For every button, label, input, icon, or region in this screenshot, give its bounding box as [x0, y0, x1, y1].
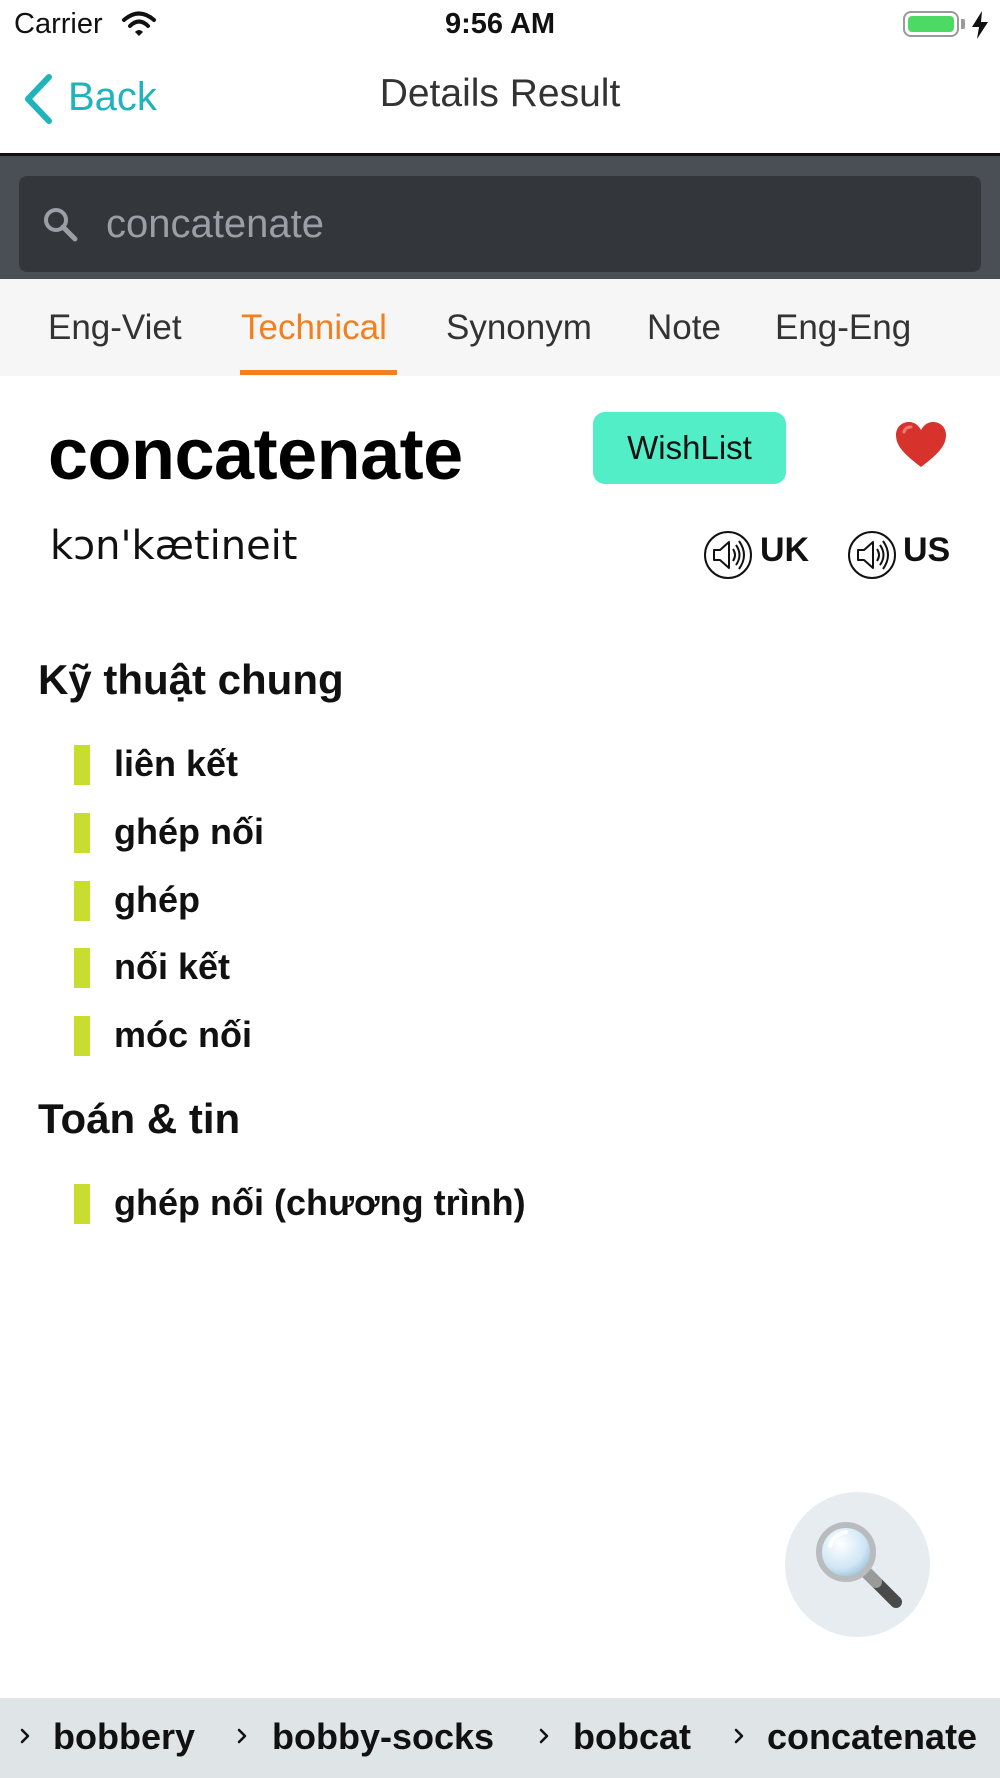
active-tab-indicator — [240, 370, 397, 375]
clock: 9:56 AM — [444, 8, 556, 40]
definition-marker — [74, 813, 90, 853]
speaker-icon[interactable] — [703, 530, 753, 580]
uk-pronunciation-label[interactable]: UK — [760, 531, 809, 570]
definition-text: liên kết — [114, 743, 239, 784]
definition-marker — [74, 948, 90, 988]
battery-level — [908, 16, 954, 32]
chevron-right-icon — [734, 1728, 744, 1744]
speaker-icon[interactable] — [847, 530, 897, 580]
search-input[interactable] — [106, 198, 966, 250]
definition-text: ghép nối — [114, 811, 264, 852]
definition-text: ghép nối (chương trình) — [114, 1182, 526, 1223]
tab-eng-viet[interactable]: Eng-Viet — [48, 308, 182, 348]
chevron-right-icon — [20, 1728, 30, 1744]
history-item[interactable]: bobby-socks — [272, 1716, 494, 1758]
category-title: Toán & tin — [38, 1095, 241, 1142]
definition-marker — [74, 1016, 90, 1056]
battery-icon — [903, 11, 959, 37]
definition-marker — [74, 1184, 90, 1224]
definition-text: ghép — [114, 879, 200, 920]
page-title: Details Result — [379, 72, 621, 115]
battery-tip — [961, 19, 965, 29]
history-item[interactable]: bobbery — [53, 1716, 195, 1758]
definition-marker — [74, 881, 90, 921]
history-item[interactable]: concatenate — [767, 1716, 977, 1758]
charging-icon — [972, 11, 988, 39]
tab-note[interactable]: Note — [647, 308, 721, 348]
category-title: Kỹ thuật chung — [38, 656, 344, 703]
search-icon — [44, 208, 78, 242]
chevron-right-icon — [539, 1728, 549, 1744]
magnifying-glass-icon — [816, 1522, 902, 1608]
definition-text: nối kết — [114, 946, 231, 987]
definition-text: móc nối — [114, 1014, 253, 1055]
headword: concatenate — [48, 415, 463, 495]
tab-eng-eng[interactable]: Eng-Eng — [775, 308, 911, 348]
heart-icon[interactable] — [894, 420, 948, 470]
chevron-right-icon — [237, 1728, 247, 1744]
tab-technical[interactable]: Technical — [241, 308, 387, 348]
history-item[interactable]: bobcat — [573, 1716, 691, 1758]
tab-synonym[interactable]: Synonym — [446, 308, 592, 348]
wishlist-button[interactable]: WishList — [593, 412, 786, 484]
phonetic-transcription: kɔn'kætineit — [50, 523, 298, 569]
definition-marker — [74, 745, 90, 785]
us-pronunciation-label[interactable]: US — [903, 531, 950, 570]
